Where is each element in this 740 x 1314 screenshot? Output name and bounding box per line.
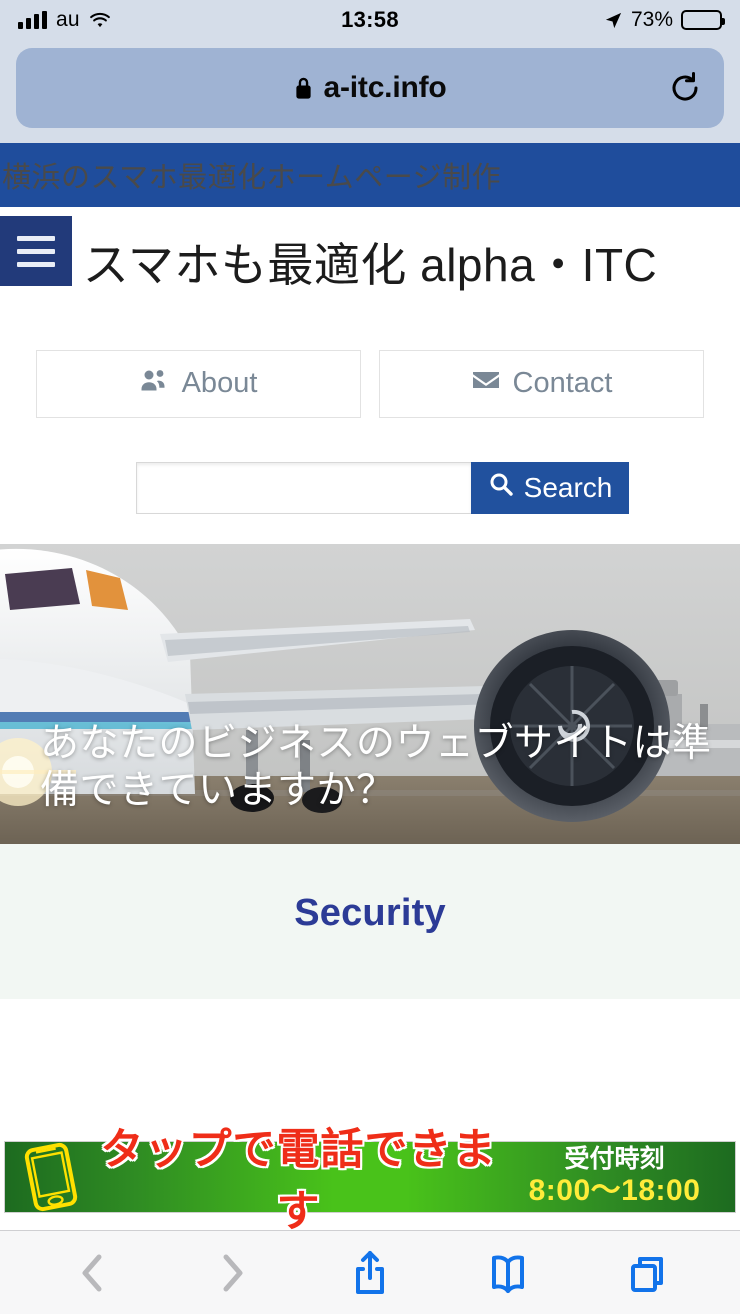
browser-address-bar-container: a-itc.info bbox=[0, 40, 740, 143]
call-hours-label: 受付時刻 bbox=[564, 1145, 665, 1173]
page-title: スマホも最適化 alpha・ITC bbox=[82, 239, 658, 291]
hero-image: あなたのビジネスのウェブサイトは準備できていますか？ bbox=[0, 543, 740, 844]
url-text: a-itc.info bbox=[323, 71, 447, 104]
tabs-icon[interactable] bbox=[612, 1243, 682, 1303]
address-bar-content: a-itc.info bbox=[16, 71, 724, 105]
share-icon[interactable] bbox=[335, 1243, 405, 1303]
search-button-label: Search bbox=[523, 471, 613, 503]
hamburger-menu-icon[interactable] bbox=[0, 216, 72, 286]
browser-bottom-toolbar bbox=[0, 1230, 740, 1314]
search-icon bbox=[488, 471, 514, 504]
forward-chevron-icon[interactable] bbox=[197, 1243, 267, 1303]
about-button-label: About bbox=[181, 367, 258, 400]
smartphone-icon bbox=[5, 1141, 97, 1213]
back-chevron-icon[interactable] bbox=[58, 1243, 128, 1303]
about-button[interactable]: About bbox=[36, 349, 361, 418]
status-bar-clock: 13:58 bbox=[341, 7, 399, 32]
search-box: Search bbox=[136, 461, 629, 514]
call-hours: 受付時刻 8:00〜18:00 bbox=[500, 1145, 735, 1208]
book-icon[interactable] bbox=[473, 1243, 543, 1303]
tap-to-call-banner[interactable]: タップで電話できます 受付時刻 8:00〜18:00 bbox=[4, 1126, 736, 1230]
search-input[interactable] bbox=[136, 461, 471, 514]
site-tagline-text: 横浜のスマホ最適化ホームページ制作 bbox=[2, 162, 502, 194]
contact-button[interactable]: Contact bbox=[379, 349, 704, 418]
reload-icon[interactable] bbox=[668, 71, 702, 105]
phone-screen: au 13:58 73% a-itc.info 横浜のスマホ最適化ホームページ制… bbox=[0, 0, 740, 1314]
tap-to-call-text: タップで電話できます bbox=[100, 1126, 497, 1230]
web-page-content: 横浜のスマホ最適化ホームページ制作 スマホも最適化 alpha・ITC Abou… bbox=[0, 143, 740, 1230]
users-icon bbox=[140, 367, 170, 401]
search-button[interactable]: Search bbox=[471, 461, 629, 514]
security-section-title: Security bbox=[294, 891, 446, 934]
search-row: Search bbox=[0, 418, 740, 514]
contact-button-label: Contact bbox=[512, 367, 613, 400]
address-bar[interactable]: a-itc.info bbox=[16, 48, 724, 128]
nav-button-row: About Contact bbox=[0, 302, 740, 418]
battery-icon bbox=[681, 10, 725, 30]
lock-icon bbox=[294, 76, 313, 100]
envelope-icon bbox=[471, 367, 501, 401]
status-bar: au 13:58 73% bbox=[0, 0, 740, 40]
hero-overlay-text: あなたのビジネスのウェブサイトは準備できていますか？ bbox=[40, 721, 712, 813]
site-tagline-banner: 横浜のスマホ最適化ホームページ制作 bbox=[0, 143, 740, 207]
security-section: Security bbox=[0, 843, 740, 999]
call-hours-value: 8:00〜18:00 bbox=[528, 1173, 701, 1207]
